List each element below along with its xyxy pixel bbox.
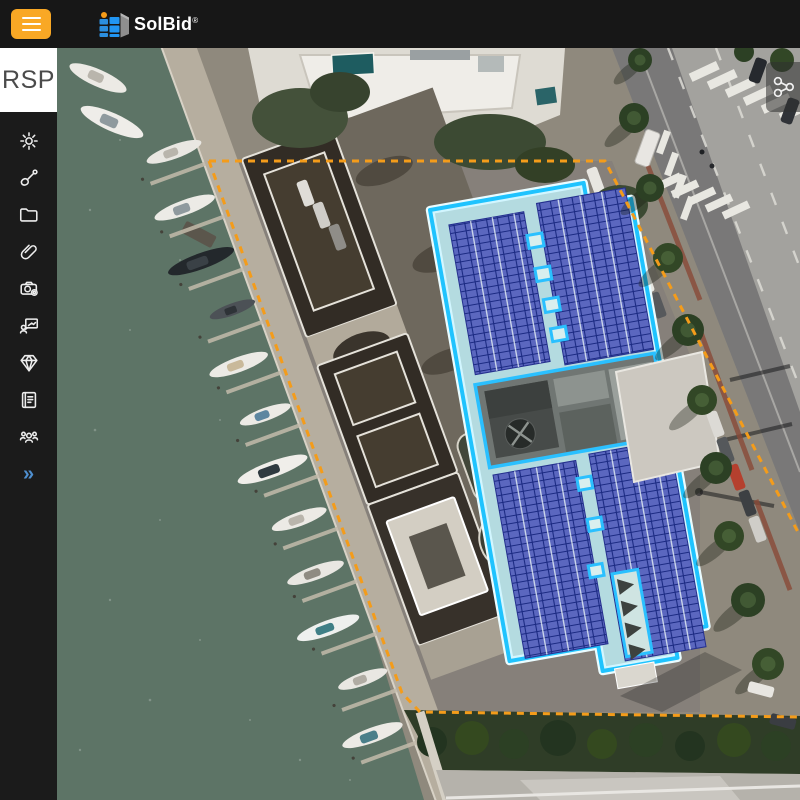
hamburger-icon	[22, 17, 41, 20]
logo-text: SolBid®	[134, 14, 198, 35]
presentation-icon	[18, 315, 40, 337]
sidebar-expand-button[interactable]: »	[0, 456, 57, 493]
diamond-icon	[18, 352, 40, 374]
building-south	[436, 770, 800, 800]
solbid-app: SolBid® RSP	[0, 0, 800, 800]
share-nodes-icon	[772, 72, 794, 102]
sidebar-item-premium[interactable]	[0, 344, 57, 381]
sidebar-item-settings[interactable]	[0, 122, 57, 159]
share-button[interactable]	[766, 62, 800, 112]
sidebar-item-presentation[interactable]	[0, 307, 57, 344]
sidebar: RSP	[0, 48, 57, 800]
ledger-icon	[18, 389, 40, 411]
camera-icon	[18, 278, 40, 300]
top-bar: SolBid®	[0, 0, 800, 48]
folder-icon	[18, 204, 40, 226]
workspace-label[interactable]: RSP	[0, 48, 57, 112]
shovel-icon	[18, 167, 40, 189]
sidebar-nav: »	[0, 122, 57, 493]
sidebar-item-ledger[interactable]	[0, 381, 57, 418]
sidebar-item-team[interactable]	[0, 418, 57, 455]
map-viewport	[57, 48, 800, 800]
sidebar-item-sitework[interactable]	[0, 159, 57, 196]
gear-icon	[18, 130, 40, 152]
map-canvas[interactable]	[57, 48, 800, 800]
sidebar-item-files[interactable]	[0, 196, 57, 233]
menu-toggle-button[interactable]	[11, 9, 51, 39]
registered-mark: ®	[192, 16, 198, 25]
south-hedge	[404, 710, 800, 774]
team-icon	[18, 426, 40, 448]
paperclip-icon	[18, 241, 40, 263]
sidebar-item-site-photos[interactable]	[0, 270, 57, 307]
solbid-logo[interactable]: SolBid®	[96, 8, 198, 40]
solbid-logo-icon	[96, 8, 130, 40]
sidebar-item-attachments[interactable]	[0, 233, 57, 270]
